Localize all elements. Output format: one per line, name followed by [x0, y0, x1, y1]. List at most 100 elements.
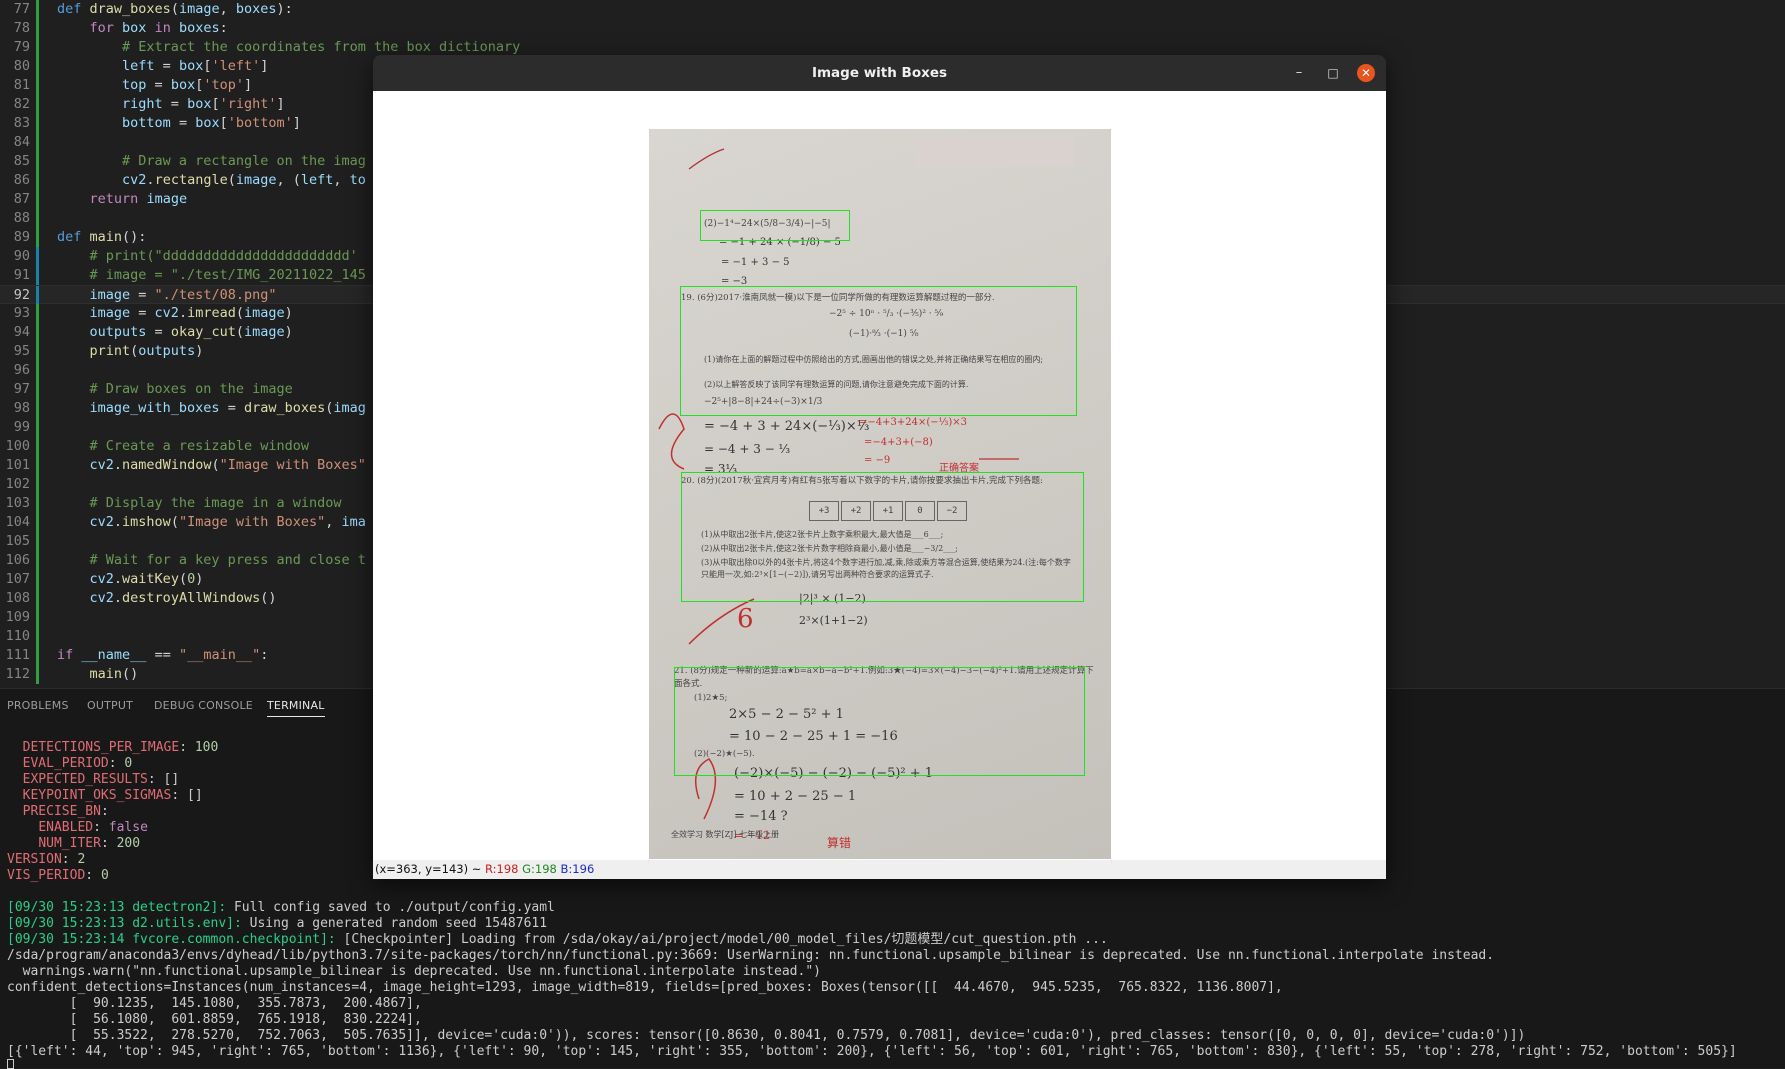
code-text: for box in boxes: — [89, 20, 228, 36]
line-number: 80 — [13, 58, 30, 74]
line-number: 79 — [13, 39, 30, 55]
window-title: Image with Boxes — [811, 65, 948, 81]
detection-box-q21 — [674, 667, 1085, 776]
tab-problems[interactable]: PROBLEMS — [7, 699, 69, 712]
line-number: 81 — [13, 77, 30, 93]
git-gutter-marker — [36, 171, 39, 190]
git-gutter-marker — [36, 152, 39, 171]
terminal-line: /sda/program/anaconda3/envs/dyhead/lib/p… — [7, 948, 1495, 963]
red-value: R:198 — [485, 862, 519, 876]
detection-box-q18 — [700, 210, 850, 241]
line-number: 102 — [5, 476, 30, 492]
git-gutter-marker — [36, 665, 39, 684]
git-gutter-marker — [36, 114, 39, 133]
code-text: outputs = okay_cut(image) — [89, 324, 293, 340]
green-value: G:198 — [522, 862, 557, 876]
code-line[interactable]: 78 for box in boxes: — [0, 19, 1785, 38]
q19-correction: =−4+3+24×(−⅓)×3 — [859, 417, 967, 428]
terminal-line: warnings.warn("nn.functional.upsample_bi… — [7, 964, 821, 979]
line-number: 83 — [13, 115, 30, 131]
blue-value: B:196 — [560, 862, 595, 876]
git-gutter-marker — [36, 76, 39, 95]
q20-work-2: 2³×(1+1−2) — [799, 614, 868, 627]
code-text: image = "./test/08.png" — [89, 287, 277, 303]
git-gutter-marker — [36, 190, 39, 209]
git-gutter-marker — [36, 95, 39, 114]
terminal-line: [ 90.1235, 145.1080, 355.7873, 200.4867]… — [7, 996, 422, 1011]
code-text: def draw_boxes(image, boxes): — [57, 1, 293, 17]
line-number: 110 — [5, 628, 30, 644]
terminal-line: [09/30 15:23:13 d2.utils.env]: Using a g… — [7, 916, 548, 931]
git-gutter-marker — [36, 228, 39, 247]
git-gutter-marker — [36, 456, 39, 475]
image-canvas[interactable]: (2)−1⁴−24×(5/8−3/4)−|−5| = −1 + 24 × (−1… — [373, 91, 1386, 860]
git-gutter-marker — [36, 589, 39, 608]
code-text: right = box['right'] — [122, 96, 285, 112]
window-titlebar[interactable]: Image with Boxes – □ ✕ — [373, 55, 1386, 91]
line-number: 97 — [13, 381, 30, 397]
git-gutter-marker — [36, 532, 39, 551]
line-number: 109 — [5, 609, 30, 625]
line-number: 106 — [5, 552, 30, 568]
code-text: # print("ddddddddddddddddddddddd' — [89, 248, 358, 264]
close-button[interactable]: ✕ — [1357, 64, 1375, 82]
git-gutter-marker — [36, 209, 39, 228]
q18-work-2: = −1 + 3 − 5 — [721, 257, 790, 268]
git-gutter-marker — [36, 494, 39, 513]
tab-output[interactable]: OUTPUT — [87, 699, 133, 712]
maximize-button[interactable]: □ — [1324, 64, 1342, 82]
git-gutter-marker — [36, 437, 39, 456]
git-gutter-marker — [36, 646, 39, 665]
cursor-coords: (x=363, y=143) ~ — [375, 862, 482, 876]
line-number: 101 — [5, 457, 30, 473]
minimize-button[interactable]: – — [1290, 64, 1308, 82]
line-number: 105 — [5, 533, 30, 549]
terminal-line: [09/30 15:23:13 detectron2]: Full config… — [7, 900, 555, 915]
red-signature: 算错 — [827, 836, 852, 850]
tab-debug-console[interactable]: DEBUG CONSOLE — [154, 699, 253, 712]
line-number: 85 — [13, 153, 30, 169]
line-number: 98 — [13, 400, 30, 416]
line-number: 100 — [5, 438, 30, 454]
line-number: 90 — [13, 248, 30, 264]
line-number: 93 — [13, 305, 30, 321]
line-number: 84 — [13, 134, 30, 150]
code-text: return image — [89, 191, 188, 207]
line-number: 89 — [13, 229, 30, 245]
detection-box-q19 — [680, 286, 1077, 416]
git-gutter-marker — [36, 399, 39, 418]
code-text: # Display the image in a window — [89, 495, 342, 511]
line-number: 111 — [5, 647, 30, 663]
line-number: 88 — [13, 210, 30, 226]
code-text: # Create a resizable window — [89, 438, 309, 454]
image-window[interactable]: Image with Boxes – □ ✕ (2)−1⁴−24×(5/8−3/… — [373, 55, 1386, 879]
git-gutter-marker — [36, 551, 39, 570]
code-text: cv2.waitKey(0) — [89, 571, 204, 587]
terminal-line: [09/30 15:23:14 fvcore.common.checkpoint… — [7, 932, 1108, 947]
code-line[interactable]: 77 def draw_boxes(image, boxes): — [0, 0, 1785, 19]
line-number: 108 — [5, 590, 30, 606]
git-gutter-marker — [36, 38, 39, 57]
tab-terminal[interactable]: TERMINAL — [267, 699, 325, 717]
git-gutter-marker — [36, 380, 39, 399]
code-text: bottom = box['bottom'] — [122, 115, 301, 131]
detection-box-q20 — [681, 472, 1084, 602]
line-number: 87 — [13, 191, 30, 207]
git-gutter-marker — [36, 627, 39, 646]
git-gutter-marker — [36, 361, 39, 380]
git-gutter-marker — [36, 323, 39, 342]
code-text: # Draw a rectangle on the imag — [122, 153, 366, 169]
line-number: 112 — [5, 666, 30, 682]
code-text: # Draw boxes on the image — [89, 381, 293, 397]
code-text: print(outputs) — [89, 343, 204, 359]
q21-work-4: = 10 + 2 − 25 − 1 — [734, 789, 857, 804]
git-gutter-marker — [36, 475, 39, 494]
git-gutter-marker — [36, 19, 39, 38]
git-gutter-marker — [36, 608, 39, 627]
line-number: 103 — [5, 495, 30, 511]
q19-correction-3: = −9 — [864, 455, 891, 466]
terminal-line: [{'left': 44, 'top': 945, 'right': 765, … — [7, 1044, 1737, 1059]
git-gutter-marker — [36, 418, 39, 437]
exam-paper-photo: (2)−1⁴−24×(5/8−3/4)−|−5| = −1 + 24 × (−1… — [649, 129, 1111, 859]
